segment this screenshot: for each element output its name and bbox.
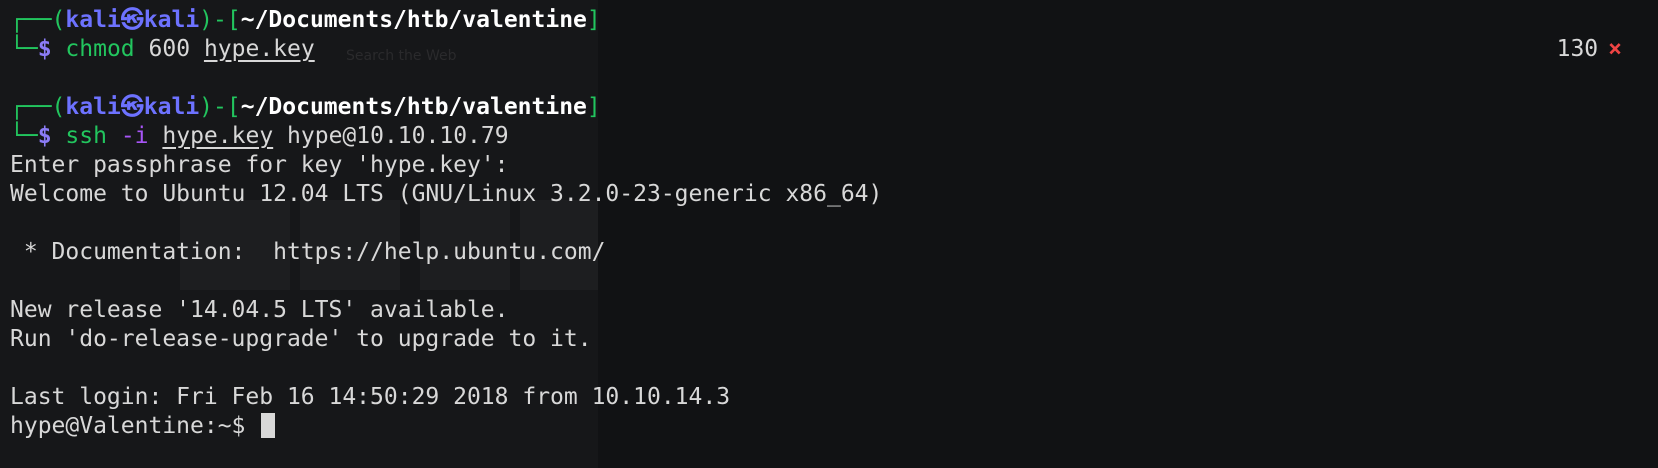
remote-prompt: hype@Valentine:~$ (10, 413, 246, 439)
exit-code: 130 (1556, 36, 1599, 62)
prompt-path: ~/Documents/htb/valentine (240, 7, 587, 33)
exit-status: 130 × (1557, 35, 1622, 64)
command-name: chmod (65, 36, 135, 62)
terminal-output: ┌──(kali㉿kali)-[~/Documents/htb/valentin… (10, 6, 1658, 441)
prompt-path: ~/Documents/htb/valentine (240, 94, 587, 120)
command-line: └─$ chmod 600 hype.key 130 × (10, 35, 1622, 64)
prompt-header: ┌──(kali㉿kali)-[~/Documents/htb/valentin… (10, 94, 601, 120)
output-line: Enter passphrase for key 'hype.key': (10, 152, 509, 178)
remote-prompt-line[interactable]: hype@Valentine:~$ (10, 412, 1658, 441)
prompt-at: ㉿ (120, 94, 144, 120)
command-name: ssh (65, 123, 107, 149)
output-line: Run 'do-release-upgrade' to upgrade to i… (10, 326, 592, 352)
command-flag: -i (120, 123, 149, 149)
prompt-host: kali (143, 94, 200, 120)
prompt-symbol: $ (37, 36, 52, 62)
prompt-header: ┌──(kali㉿kali)-[~/Documents/htb/valentin… (10, 7, 601, 33)
output-line: Last login: Fri Feb 16 14:50:29 2018 fro… (10, 384, 731, 410)
output-line: New release '14.04.5 LTS' available. (10, 297, 509, 323)
prompt-user: kali (65, 7, 121, 33)
prompt-at: ㉿ (120, 7, 144, 33)
command-target: hype@10.10.10.79 (287, 123, 509, 149)
command-arg: 600 (148, 36, 191, 62)
command-file: hype.key (162, 123, 274, 149)
terminal-window[interactable]: Search the Web ┌──(kali㉿kali)-[~/Documen… (0, 0, 1658, 468)
text-cursor (261, 413, 276, 438)
output-line: * Documentation: https://help.ubuntu.com… (10, 239, 606, 265)
command-line: └─$ ssh -i hype.key hype@10.10.10.79 (10, 123, 509, 149)
prompt-host: kali (143, 7, 200, 33)
command-file: hype.key (203, 36, 315, 62)
error-icon: × (1608, 36, 1622, 62)
output-line: Welcome to Ubuntu 12.04 LTS (GNU/Linux 3… (10, 181, 883, 207)
prompt-symbol: $ (37, 123, 52, 149)
prompt-user: kali (65, 94, 121, 120)
